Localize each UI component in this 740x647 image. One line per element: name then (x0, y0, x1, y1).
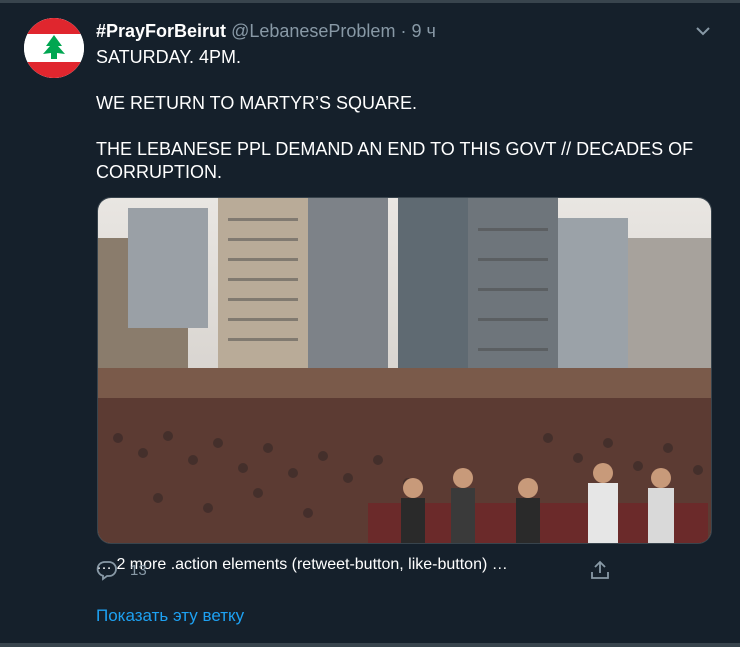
reply-icon (96, 561, 117, 581)
tweet-line: SATURDAY. 4PM. (96, 47, 242, 67)
share-button[interactable] (589, 556, 611, 584)
lebanese-flag-avatar-icon (24, 18, 84, 78)
timestamp[interactable]: 9 ч (411, 21, 435, 41)
protest-photo: … 4 more elements … (98, 198, 711, 543)
bottom-divider (0, 643, 740, 647)
action-bar: 13 … 2 more .action elements (retweet-bu… (96, 556, 616, 584)
user-handle[interactable]: @LebaneseProblem (231, 21, 395, 41)
more-menu-button[interactable] (692, 20, 714, 42)
chevron-down-icon (696, 27, 710, 36)
tweet-line: WE RETURN TO MARTYR’S SQUARE. (96, 93, 418, 113)
separator-dot: · (400, 21, 407, 41)
reply-button[interactable]: 13 (96, 556, 147, 584)
show-thread-link[interactable]: Показать эту ветку (96, 606, 244, 626)
tweet-text: SATURDAY. 4PM. WE RETURN TO MARTYR’S SQU… (96, 46, 696, 184)
tweet-photo[interactable]: … 4 more elements … (97, 197, 712, 544)
tweet-header: #PrayForBeirut @LebaneseProblem · 9 ч (96, 20, 436, 42)
avatar[interactable] (24, 18, 84, 78)
tweet-line: THE LEBANESE PPL DEMAND AN END TO THIS G… (96, 139, 694, 182)
share-icon (591, 560, 609, 579)
display-name[interactable]: #PrayForBeirut (96, 21, 226, 41)
reply-count: 13 (130, 561, 147, 579)
top-divider (0, 0, 740, 3)
